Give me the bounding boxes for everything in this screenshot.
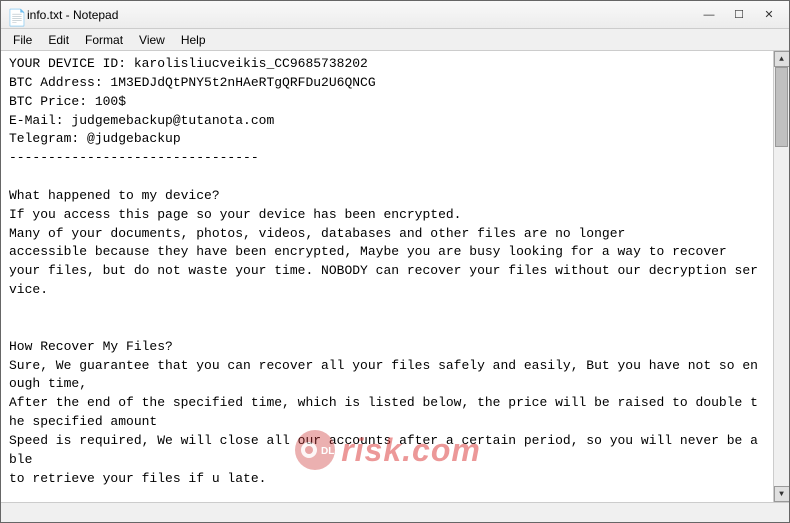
maximize-button[interactable]: ☐	[725, 5, 753, 25]
minimize-button[interactable]: —	[695, 5, 723, 25]
scroll-track[interactable]	[774, 67, 789, 486]
menu-edit[interactable]: Edit	[40, 31, 77, 49]
title-bar: 📄 info.txt - Notepad — ☐ ✕	[1, 1, 789, 29]
menu-help[interactable]: Help	[173, 31, 214, 49]
menu-bar: File Edit Format View Help	[1, 29, 789, 51]
window-title: info.txt - Notepad	[27, 8, 118, 22]
scroll-thumb[interactable]	[775, 67, 788, 147]
menu-format[interactable]: Format	[77, 31, 131, 49]
menu-file[interactable]: File	[5, 31, 40, 49]
scroll-up-arrow[interactable]: ▲	[774, 51, 790, 67]
content-wrapper: YOUR DEVICE ID: karolisliucveikis_CC9685…	[1, 51, 789, 502]
window-controls: — ☐ ✕	[695, 5, 783, 25]
status-bar	[1, 502, 789, 522]
scroll-down-arrow[interactable]: ▼	[774, 486, 790, 502]
notepad-window: 📄 info.txt - Notepad — ☐ ✕ File Edit For…	[0, 0, 790, 523]
text-editor[interactable]: YOUR DEVICE ID: karolisliucveikis_CC9685…	[1, 51, 773, 502]
close-button[interactable]: ✕	[755, 5, 783, 25]
title-bar-left: 📄 info.txt - Notepad	[7, 8, 118, 22]
app-icon: 📄	[7, 8, 21, 22]
menu-view[interactable]: View	[131, 31, 173, 49]
vertical-scrollbar[interactable]: ▲ ▼	[773, 51, 789, 502]
